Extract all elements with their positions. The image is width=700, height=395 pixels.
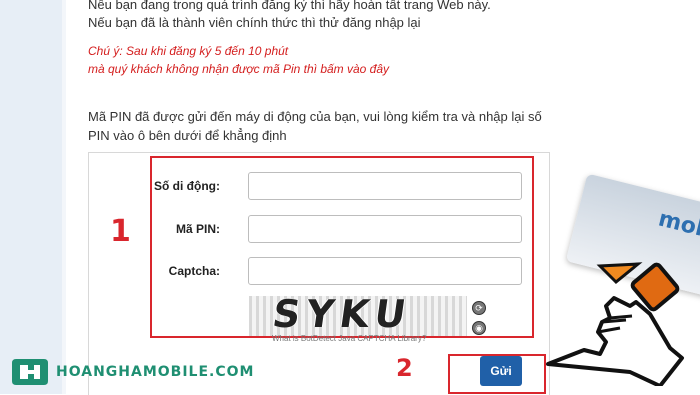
pin-sent-message: Mã PIN đã được gửi đến máy di động của b… <box>88 109 542 143</box>
left-sidebar-strip <box>0 0 62 394</box>
submit-button[interactable]: Gửi <box>480 356 522 386</box>
brand-name: HOANGHAMOBILE.COM <box>56 364 254 380</box>
captcha-reload-icon[interactable]: ⟳ <box>472 301 486 315</box>
brand-mark-icon <box>12 359 48 385</box>
note-line-2[interactable]: mà quý khách không nhận được mã Pin thì … <box>88 60 389 78</box>
left-sidebar-edge <box>62 0 66 394</box>
phone-input[interactable] <box>248 172 522 200</box>
pin-note[interactable]: Chú ý: Sau khi đăng ký 5 đến 10 phút mà … <box>88 42 389 78</box>
note-line-1: Chú ý: Sau khi đăng ký 5 đến 10 phút <box>88 44 289 58</box>
captcha-label: Captcha: <box>168 264 220 278</box>
phone-card-logo: mob <box>655 206 700 244</box>
step-1-marker: 1 <box>110 214 131 249</box>
intro-line-2: Nếu bạn đã là thành viên chính thức thì … <box>88 15 421 30</box>
captcha-sound-icon[interactable]: ◉ <box>472 321 486 335</box>
pin-label: Mã PIN: <box>175 222 220 236</box>
intro-line-1: Nếu bạn đang trong quá trình đăng ký thì… <box>88 0 491 12</box>
captcha-input[interactable] <box>248 257 522 285</box>
captcha-info-link[interactable]: What is BotDetect Java CAPTCHA Library? <box>272 334 426 343</box>
pointing-hand-icon <box>546 262 684 386</box>
phone-label: Số di động: <box>154 179 220 193</box>
brand-name-part-1: HOANGHA <box>56 364 143 380</box>
captcha-image-text: SYKU <box>269 296 415 336</box>
brand-name-part-2: MOBILE.COM <box>142 364 255 380</box>
step-2-marker: 2 <box>396 354 413 382</box>
intro-text: Nếu bạn đang trong quá trình đăng ký thì… <box>88 0 491 32</box>
captcha-image: SYKU <box>249 296 467 336</box>
pin-input[interactable] <box>248 215 522 243</box>
brand-logo: HOANGHAMOBILE.COM <box>10 356 254 388</box>
